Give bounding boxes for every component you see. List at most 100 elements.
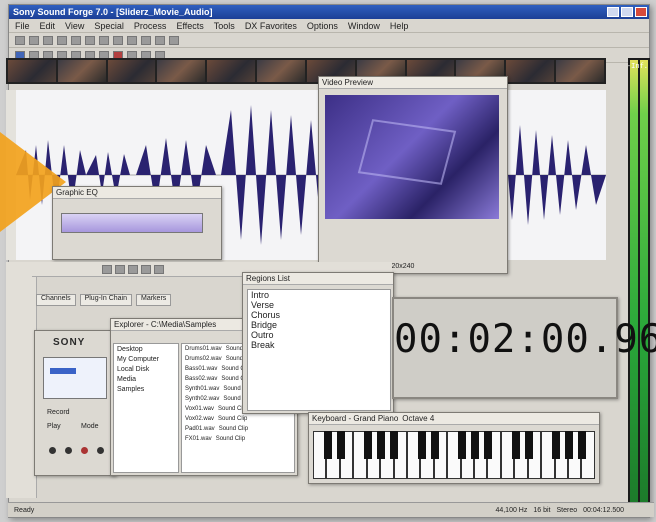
device-button[interactable]: [49, 447, 56, 454]
explorer-tree[interactable]: Desktop My Computer Local Disk Media Sam…: [113, 343, 179, 473]
minimize-button[interactable]: [607, 7, 619, 17]
file-name: Drums02.wav: [185, 356, 222, 362]
tab-channels[interactable]: Channels: [36, 294, 76, 306]
status-text: Ready: [14, 506, 35, 514]
menu-process[interactable]: Process: [134, 21, 167, 31]
menu-edit[interactable]: Edit: [40, 21, 56, 31]
menu-help[interactable]: Help: [390, 21, 409, 31]
tree-item[interactable]: Desktop: [114, 344, 178, 354]
tool-icon[interactable]: [128, 264, 138, 274]
keyboard-window[interactable]: Keyboard - Grand Piano Octave 4: [308, 412, 600, 484]
new-icon[interactable]: [15, 35, 25, 45]
file-name: FX01.wav: [185, 436, 212, 442]
file-row[interactable]: Pad01.wav Sound Clip: [182, 424, 294, 434]
file-name: Bass02.wav: [185, 376, 218, 382]
video-preview-window[interactable]: Video Preview Frame: 143 Display: 320x24…: [318, 76, 508, 274]
film-frame: [157, 60, 206, 82]
tab-markers[interactable]: Markers: [136, 294, 172, 306]
black-key[interactable]: [431, 431, 439, 459]
zoom-out-icon[interactable]: [155, 35, 165, 45]
status-length: 00:04:12.500: [583, 506, 624, 514]
black-key[interactable]: [578, 431, 586, 459]
meter-peak-label: -Inf.: [626, 62, 648, 70]
file-row[interactable]: Vox02.wav Sound Clip: [182, 414, 294, 424]
trim-icon[interactable]: [127, 35, 137, 45]
black-key[interactable]: [418, 431, 426, 459]
tree-item[interactable]: My Computer: [114, 354, 178, 364]
zoom-in-icon[interactable]: [141, 35, 151, 45]
list-item[interactable]: Outro: [248, 330, 390, 340]
black-key[interactable]: [337, 431, 345, 459]
list-item[interactable]: Verse: [248, 300, 390, 310]
device-play-label: Play: [47, 423, 61, 430]
black-key[interactable]: [364, 431, 372, 459]
copy-icon[interactable]: [71, 35, 81, 45]
tool-icon[interactable]: [154, 264, 164, 274]
menu-file[interactable]: File: [15, 21, 30, 31]
film-frame: [257, 60, 305, 82]
black-key[interactable]: [471, 431, 479, 459]
close-button[interactable]: [635, 7, 647, 17]
black-key[interactable]: [525, 431, 533, 459]
video-preview-title: Video Preview: [322, 78, 373, 87]
tree-item[interactable]: Samples: [114, 384, 178, 394]
black-key[interactable]: [512, 431, 520, 459]
black-key[interactable]: [458, 431, 466, 459]
file-name: Synth01.wav: [185, 386, 220, 392]
list-item[interactable]: Intro: [248, 290, 390, 300]
menu-window[interactable]: Window: [348, 21, 380, 31]
tool-icon[interactable]: [141, 264, 151, 274]
regions-list-window[interactable]: Regions List Intro Verse Chorus Bridge O…: [242, 272, 394, 414]
tool-icon[interactable]: [102, 264, 112, 274]
black-key[interactable]: [377, 431, 385, 459]
tab-plugin-chain[interactable]: Plug-In Chain: [79, 294, 132, 306]
list-item[interactable]: Chorus: [248, 310, 390, 320]
regions-list[interactable]: Intro Verse Chorus Bridge Outro Break: [247, 289, 391, 411]
device-button[interactable]: [97, 447, 104, 454]
paste-icon[interactable]: [85, 35, 95, 45]
undo-icon[interactable]: [99, 35, 109, 45]
device-button[interactable]: [65, 447, 72, 454]
black-key[interactable]: [565, 431, 573, 459]
black-key[interactable]: [484, 431, 492, 459]
menu-effects[interactable]: Effects: [176, 21, 203, 31]
tree-item[interactable]: Local Disk: [114, 364, 178, 374]
file-name: Vox02.wav: [185, 416, 215, 422]
cut-icon[interactable]: [57, 35, 67, 45]
redo-icon[interactable]: [113, 35, 123, 45]
file-info: Sound Clip: [218, 416, 248, 422]
menu-tools[interactable]: Tools: [214, 21, 235, 31]
menu-special[interactable]: Special: [94, 21, 124, 31]
black-key[interactable]: [552, 431, 560, 459]
file-info: Sound Clip: [218, 426, 249, 432]
menu-options[interactable]: Options: [307, 21, 338, 31]
menu-view[interactable]: View: [65, 21, 84, 31]
eq-curve[interactable]: [61, 213, 203, 233]
video-frame: [325, 95, 499, 219]
device-record-label: Record: [47, 409, 70, 416]
menu-bar: File Edit View Special Process Effects T…: [9, 19, 649, 33]
device-record-button[interactable]: [81, 447, 88, 454]
keyboard-title: Keyboard - Grand Piano: [312, 414, 399, 423]
video-filmstrip[interactable]: [6, 58, 606, 84]
list-item[interactable]: Break: [248, 340, 390, 350]
film-frame: [556, 60, 604, 82]
list-item[interactable]: Bridge: [248, 320, 390, 330]
graphic-eq-window[interactable]: Graphic EQ: [52, 186, 222, 260]
tree-item[interactable]: Media: [114, 374, 178, 384]
eq-title: Graphic EQ: [56, 188, 98, 197]
tool-icon[interactable]: [115, 264, 125, 274]
maximize-button[interactable]: [621, 7, 633, 17]
title-bar: Sony Sound Forge 7.0 - [Sliderz_Movie_Au…: [9, 5, 649, 19]
black-key[interactable]: [390, 431, 398, 459]
open-icon[interactable]: [29, 35, 39, 45]
film-frame: [107, 60, 156, 82]
marker-icon[interactable]: [169, 35, 179, 45]
save-icon[interactable]: [43, 35, 53, 45]
status-fields: 44,100 Hz 16 bit Stereo 00:04:12.500: [495, 507, 654, 514]
keyboard-octave: Octave 4: [402, 414, 435, 423]
file-row[interactable]: FX01.wav Sound Clip: [182, 434, 294, 444]
device-mode-label: Mode: [81, 423, 99, 430]
black-key[interactable]: [324, 431, 332, 459]
menu-dx-favorites[interactable]: DX Favorites: [245, 21, 297, 31]
